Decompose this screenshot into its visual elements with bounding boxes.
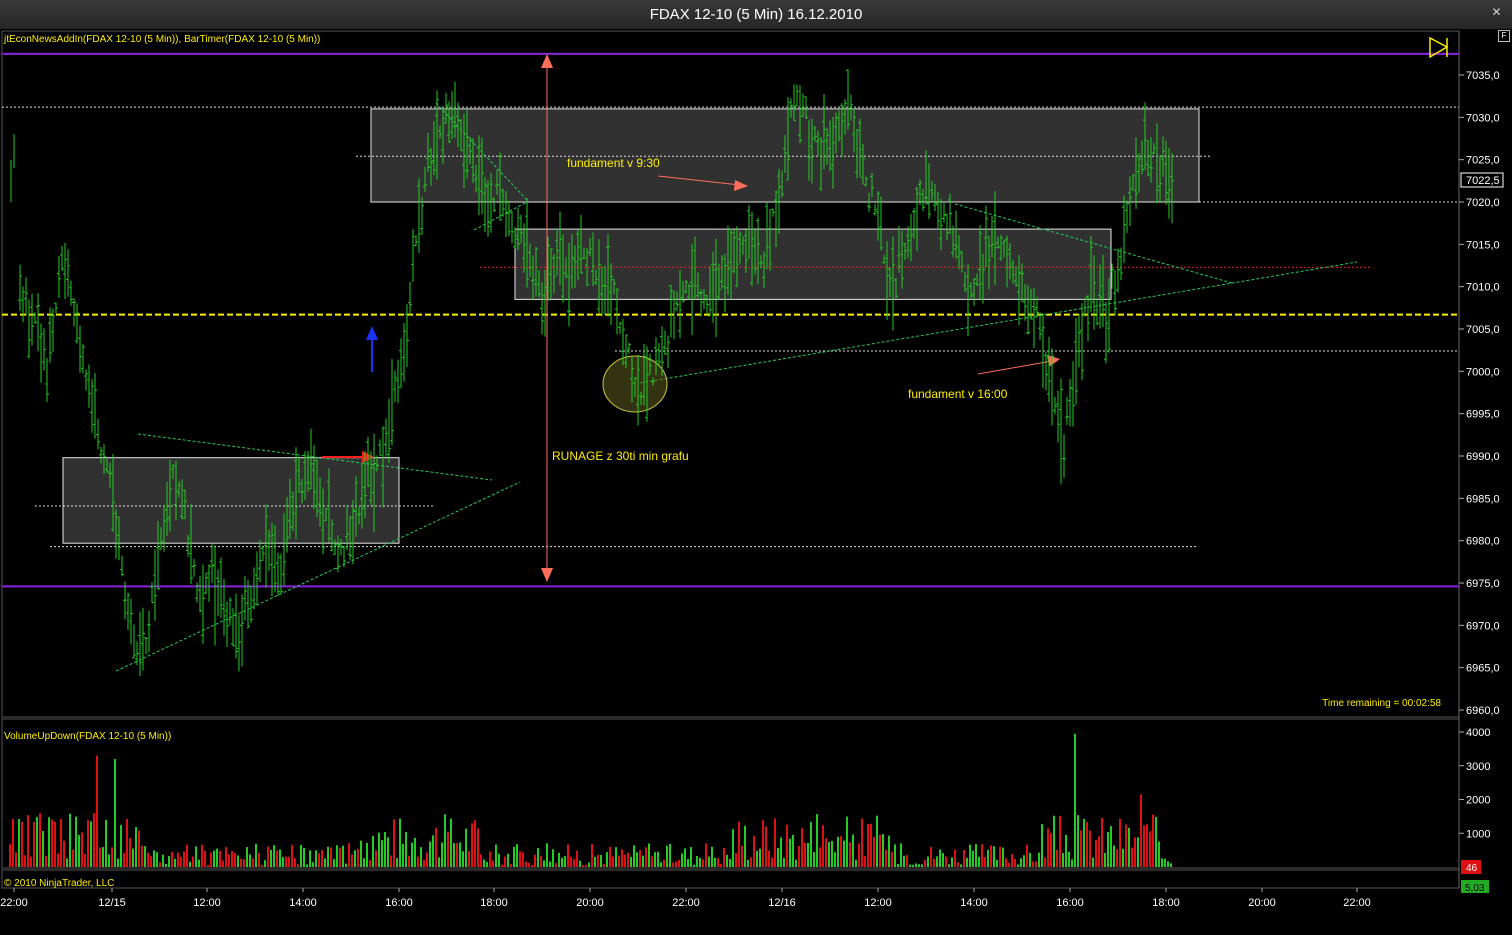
arrow-1600-line[interactable] [977,360,1053,375]
price-tick-label: 7015,0 [1466,239,1500,251]
price-tick-label: 6990,0 [1466,451,1500,463]
annotation-fundament-1600[interactable]: fundament v 16:00 [908,387,1008,401]
runage-arrow-top [541,54,553,68]
price-tick-label: 6970,0 [1466,620,1500,632]
price-tick-label: 6975,0 [1466,578,1500,590]
volume-tick-label: 4000 [1466,727,1490,739]
chart-window: FDAX 12-10 (5 Min) 16.12.2010 ✕ F jtEcon… [0,0,1512,935]
price-tick-label: 6985,0 [1466,493,1500,505]
time-tick-label: 22:00 [1343,897,1371,909]
time-tick-label: 16:00 [385,897,413,909]
chart-area[interactable]: jtEconNewsAddIn(FDAX 12-10 (5 Min)), Bar… [0,0,1512,935]
price-panel-label: jtEconNewsAddIn(FDAX 12-10 (5 Min)), Bar… [3,34,320,45]
time-tick-label: 12/16 [768,897,796,909]
annotation-fundament-930[interactable]: fundament v 9:30 [567,156,660,170]
annotation-runage[interactable]: RUNAGE z 30ti min grafu [552,449,689,463]
price-tick-label: 6965,0 [1466,663,1500,675]
time-tick-label: 18:00 [1152,897,1180,909]
time-tick-label: 18:00 [480,897,508,909]
zones-layer [62,108,1200,544]
price-axis: 7035,0 7030,0 7025,0 7020,0 7015,0 7010,0 7005… [1459,70,1500,717]
price-tick-label: 7005,0 [1466,324,1500,336]
time-tick-label: 12:00 [193,897,221,909]
mini-marker-label: 5,03 [1465,883,1485,894]
volume-panel-frame [1,718,1460,869]
time-axis: 22:00 12/15 12:00 14:00 16:00 18:00 20:00 22:00… [0,888,1371,909]
runage-arrow-bottom [541,568,553,582]
time-tick-label: 20:00 [1248,897,1276,909]
price-tick-label: 6960,0 [1466,705,1500,717]
volume-marker-label: 46 [1466,863,1478,874]
mini-panel-frame [1,869,1460,889]
price-tick-label: 7000,0 [1466,366,1500,378]
time-tick-label: 12:00 [864,897,892,909]
volume-tick-label: 1000 [1466,828,1490,840]
volume-bars-layer [9,733,1172,867]
current-price-label: 7022,5 [1466,175,1500,187]
time-remaining: Time remaining = 00:02:58 [1322,698,1441,709]
time-tick-label: 16:00 [1056,897,1084,909]
price-tick-label: 7010,0 [1466,282,1500,294]
time-tick-label: 12/15 [98,897,126,909]
price-tick-label: 6980,0 [1466,536,1500,548]
time-tick-label: 22:00 [672,897,700,909]
price-tick-label: 7030,0 [1466,112,1500,124]
blue-arrow-head [366,326,378,340]
time-tick-label: 20:00 [576,897,604,909]
time-tick-label: 14:00 [960,897,988,909]
volume-panel-label: VolumeUpDown(FDAX 12-10 (5 Min)) [4,731,171,742]
time-tick-label: 22:00 [0,897,28,909]
volume-axis: 4000 3000 2000 1000 [1459,727,1490,840]
copyright-text: © 2010 NinjaTrader, LLC [4,878,114,889]
volume-tick-label: 3000 [1466,761,1490,773]
time-tick-label: 14:00 [289,897,317,909]
price-tick-label: 7035,0 [1466,70,1500,82]
price-tick-label: 7020,0 [1466,197,1500,209]
price-tick-label: 7025,0 [1466,155,1500,167]
price-tick-label: 6995,0 [1466,409,1500,421]
volume-tick-label: 2000 [1466,795,1490,807]
